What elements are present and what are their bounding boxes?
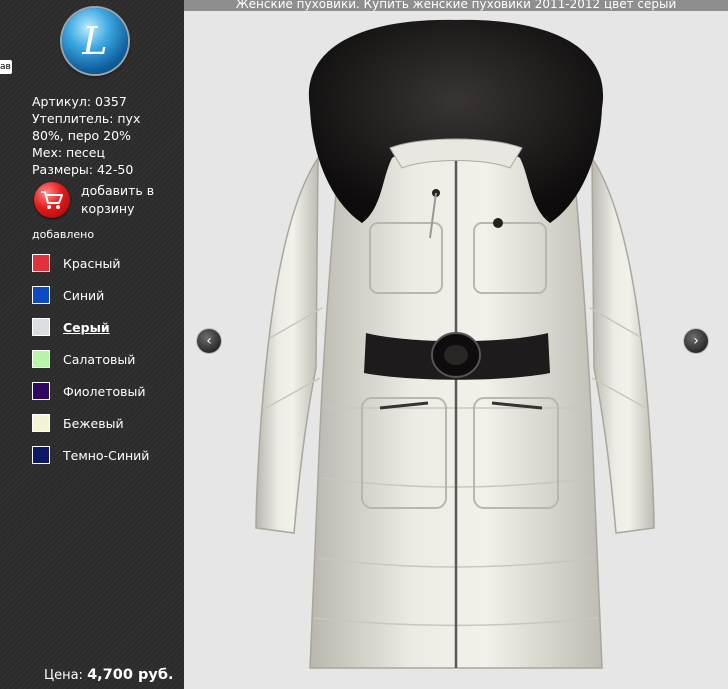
color-option-blue[interactable]: Синий	[32, 284, 104, 306]
fur-type: Мех: песец	[32, 145, 105, 160]
color-option-beige[interactable]: Бежевый	[32, 412, 124, 434]
coat-image	[255, 19, 655, 669]
color-label: Салатовый	[63, 351, 136, 367]
color-label: Бежевый	[63, 415, 124, 431]
color-swatch	[32, 446, 50, 464]
color-option-purple[interactable]: Фиолетовый	[32, 380, 146, 402]
sizes: Размеры: 42-50	[32, 162, 134, 177]
previous-image-button[interactable]: ‹	[197, 329, 221, 353]
product-image-viewer: Женские пуховики. Купить женские пуховик…	[184, 0, 728, 689]
color-label: Красный	[63, 255, 121, 271]
color-swatch	[32, 382, 50, 400]
color-swatch	[32, 414, 50, 432]
chevron-left-icon: ‹	[206, 333, 212, 349]
color-label-selected: Серый	[63, 319, 110, 335]
product-specs: Артикул: 0357 Утеплитель: пух 80%, перо …	[32, 93, 182, 178]
added-status: добавлено	[32, 228, 95, 241]
article-number: Артикул: 0357	[32, 94, 127, 109]
color-label: Фиолетовый	[63, 383, 146, 399]
color-swatch	[32, 254, 50, 272]
color-option-navy[interactable]: Темно-Синий	[32, 444, 149, 466]
color-option-light-green[interactable]: Салатовый	[32, 348, 135, 370]
color-label: Синий	[63, 287, 105, 303]
add-to-cart-link[interactable]: добавить в корзину	[81, 182, 181, 218]
color-option-red[interactable]: Красный	[32, 252, 121, 274]
logo[interactable]: L	[62, 8, 128, 74]
filling-line-2: 80%, перо 20%	[32, 128, 131, 143]
price: Цена: 4,700 руб.	[44, 667, 173, 683]
color-swatch	[32, 286, 50, 304]
sidebar: L ав Артикул: 0357 Утеплитель: пух 80%, …	[0, 0, 184, 689]
color-swatch	[32, 318, 50, 336]
shopping-cart-icon[interactable]	[34, 182, 70, 218]
edge-tab[interactable]: ав	[0, 60, 12, 74]
color-swatch	[32, 350, 50, 368]
price-value: 4,700 руб.	[87, 667, 174, 683]
color-label: Темно-Синий	[63, 447, 150, 463]
logo-emblem-icon: L	[82, 19, 108, 63]
next-image-button[interactable]: ›	[684, 329, 708, 353]
filling-line-1: Утеплитель: пух	[32, 111, 141, 126]
color-option-gray[interactable]: Серый	[32, 316, 110, 338]
price-label: Цена:	[44, 668, 83, 683]
chevron-right-icon: ›	[693, 333, 699, 349]
